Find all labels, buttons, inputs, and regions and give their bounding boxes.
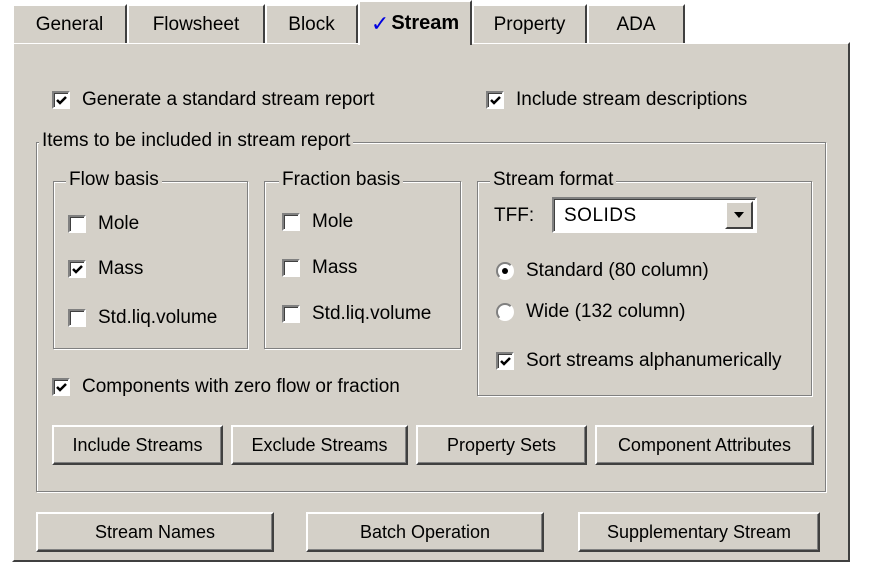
checkbox-checked-icon <box>52 91 70 109</box>
tab-ada[interactable]: ADA <box>587 4 685 43</box>
property-sets-label: Property Sets <box>446 434 557 455</box>
fraction-stdliq-checkbox[interactable]: Std.liq.volume <box>282 303 431 325</box>
fraction-basis-legend: Fraction basis <box>279 169 404 191</box>
tab-label: Flowsheet <box>152 13 240 35</box>
include-descriptions-label: Include stream descriptions <box>516 89 748 110</box>
fraction-mole-label: Mole <box>312 211 354 232</box>
include-descriptions-checkbox[interactable]: Include stream descriptions <box>486 89 747 111</box>
standard-80-radio[interactable]: Standard (80 column) <box>496 260 709 282</box>
tff-dropdown[interactable]: SOLIDS <box>552 197 757 233</box>
component-attributes-button[interactable]: Component Attributes <box>595 425 814 465</box>
exclude-streams-label: Exclude Streams <box>251 434 388 455</box>
supplementary-stream-button[interactable]: Supplementary Stream <box>578 512 820 552</box>
standard-80-label: Standard (80 column) <box>526 260 709 281</box>
wide-132-radio[interactable]: Wide (132 column) <box>496 301 685 323</box>
wide-132-label: Wide (132 column) <box>526 301 686 322</box>
fraction-mass-label: Mass <box>312 257 358 278</box>
stream-names-label: Stream Names <box>94 521 216 542</box>
chevron-down-icon[interactable] <box>725 201 753 229</box>
stream-format-legend: Stream format <box>490 169 617 191</box>
tab-general[interactable]: General <box>12 4 127 43</box>
zero-flow-checkbox[interactable]: Components with zero flow or fraction <box>52 376 400 398</box>
flow-basis-legend: Flow basis <box>66 169 162 191</box>
tab-block[interactable]: Block <box>265 4 358 43</box>
checkbox-unchecked-icon <box>68 215 86 233</box>
include-streams-button[interactable]: Include Streams <box>52 425 223 465</box>
tab-label: ADA <box>616 13 656 35</box>
zero-flow-label: Components with zero flow or fraction <box>82 376 400 397</box>
sort-streams-checkbox[interactable]: Sort streams alphanumerically <box>496 350 782 372</box>
tab-label: General <box>35 13 104 35</box>
batch-operation-button[interactable]: Batch Operation <box>306 512 544 552</box>
radio-selected-icon <box>496 262 514 280</box>
checkbox-unchecked-icon <box>282 305 300 323</box>
flow-mole-checkbox[interactable]: Mole <box>68 213 139 235</box>
tff-label: TFF: <box>494 205 535 226</box>
include-streams-label: Include Streams <box>72 434 203 455</box>
checkmark-icon: ✓ <box>370 10 390 36</box>
fraction-mole-checkbox[interactable]: Mole <box>282 211 353 233</box>
checkbox-checked-icon <box>496 352 514 370</box>
stream-names-button[interactable]: Stream Names <box>36 512 274 552</box>
items-group-legend: Items to be included in stream report <box>39 130 354 152</box>
tab-label: Stream <box>391 12 460 34</box>
flow-stdliq-label: Std.liq.volume <box>98 307 218 328</box>
checkbox-unchecked-icon <box>282 259 300 277</box>
property-sets-button[interactable]: Property Sets <box>416 425 587 465</box>
tab-label: Block <box>288 13 335 35</box>
supplementary-stream-label: Supplementary Stream <box>606 521 792 542</box>
sort-streams-label: Sort streams alphanumerically <box>526 350 782 371</box>
checkbox-checked-icon <box>486 91 504 109</box>
radio-unselected-icon <box>496 303 514 321</box>
checkbox-checked-icon <box>68 260 86 278</box>
batch-operation-label: Batch Operation <box>359 521 491 542</box>
checkbox-checked-icon <box>52 378 70 396</box>
tab-label: Property <box>493 13 566 35</box>
tab-flowsheet[interactable]: Flowsheet <box>127 4 265 43</box>
flow-mass-label: Mass <box>98 258 144 279</box>
tab-property[interactable]: Property <box>472 4 587 43</box>
component-attributes-label: Component Attributes <box>617 434 792 455</box>
tff-value: SOLIDS <box>564 205 637 226</box>
checkbox-unchecked-icon <box>68 309 86 327</box>
generate-report-checkbox[interactable]: Generate a standard stream report <box>52 89 375 111</box>
tab-stream[interactable]: ✓ Stream <box>358 0 472 45</box>
exclude-streams-button[interactable]: Exclude Streams <box>231 425 408 465</box>
flow-mole-label: Mole <box>98 213 140 234</box>
fraction-mass-checkbox[interactable]: Mass <box>282 257 357 279</box>
flow-mass-checkbox[interactable]: Mass <box>68 258 143 280</box>
generate-report-label: Generate a standard stream report <box>82 89 375 110</box>
checkbox-unchecked-icon <box>282 213 300 231</box>
fraction-stdliq-label: Std.liq.volume <box>312 303 432 324</box>
flow-stdliq-checkbox[interactable]: Std.liq.volume <box>68 307 217 329</box>
